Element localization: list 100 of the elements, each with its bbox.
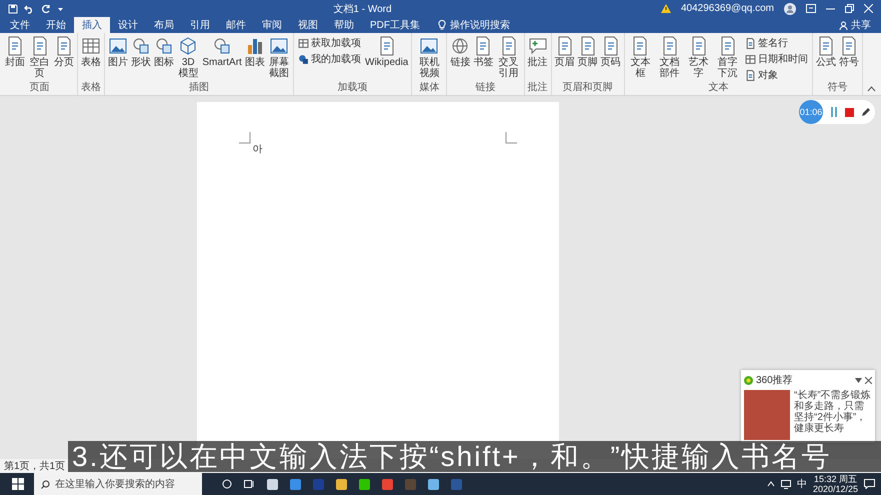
table-icon [298,38,309,48]
ribbon-button[interactable]: 文档部件 [655,35,684,80]
clock-time[interactable]: 15:32 周五 [814,474,857,484]
avatar-icon[interactable] [784,2,796,14]
app-icon[interactable] [336,478,347,490]
ribbon-tab[interactable]: 帮助 [326,17,362,33]
task-view-icon[interactable] [244,479,255,489]
picture-icon [108,36,128,56]
windows-start-icon[interactable] [12,478,24,490]
ribbon-button[interactable]: 获取加载项 [296,36,363,50]
ribbon-button[interactable]: 公式 [814,35,837,69]
app-icon[interactable] [359,478,370,490]
ribbon-button[interactable]: 页码 [600,35,622,69]
search-icon [41,480,50,489]
margin-corner-icon [504,132,516,144]
ribbon-button[interactable]: 签名行 [742,36,810,50]
ribbon-tab[interactable]: 邮件 [218,17,254,33]
circle-icon[interactable] [222,479,232,489]
chevron-up-icon[interactable] [766,481,775,487]
ribbon-button[interactable]: 分页 [53,35,76,69]
search-field[interactable]: 在这里输入你要搜索的内容 [34,473,202,495]
ribbon-button[interactable]: 图表 [244,35,266,69]
ribbon-button[interactable]: 文本框 [626,35,654,80]
ribbon-button[interactable]: 联机视频 [414,35,444,80]
picture-icon [268,36,289,56]
window-title: 文档1 - Word [332,2,393,16]
group-label: 页眉和页脚 [562,82,614,94]
margin-corner-icon [238,132,250,144]
ribbon-tab[interactable]: 视图 [290,17,326,33]
ribbon-tab[interactable]: 引用 [182,17,218,33]
ribbon-button[interactable]: 页脚 [576,35,599,69]
ribbon-button[interactable]: 艺术字 [684,35,712,80]
group-label: 符号 [826,82,848,94]
app-icon[interactable] [267,478,278,490]
document-icon [744,70,756,80]
ribbon-button[interactable]: 符号 [838,35,860,69]
warning-icon [661,4,671,13]
ribbon-button[interactable]: 批注 [526,35,549,69]
ribbon-tab[interactable]: 布局 [146,17,182,33]
ribbon-button[interactable]: 图标 [153,35,176,69]
pen-icon[interactable] [861,107,871,117]
document-text: 아 [252,143,262,156]
close-icon[interactable] [865,376,872,384]
app-icon[interactable] [428,478,439,490]
redo-icon[interactable] [41,4,51,14]
ribbon-button[interactable]: 封面 [4,35,26,69]
person-icon [839,20,848,30]
group-label: 文本 [707,82,730,94]
ribbon-options-icon[interactable] [806,4,816,13]
ribbon-button[interactable]: 3D模型 [176,35,200,80]
ribbon-tab[interactable]: 开始 [38,17,74,33]
clock-date[interactable]: 2020/12/25 [812,484,858,494]
monitor-icon[interactable] [780,480,791,488]
popup-title: 360推荐 [756,374,794,387]
dropdown-icon[interactable] [855,378,862,382]
share-button[interactable]: 共享 [829,17,881,33]
input-method-indicator[interactable]: 中 [796,477,807,491]
save-icon[interactable] [8,4,18,14]
logo-icon [744,376,753,384]
ribbon-tab[interactable]: PDF工具集 [362,17,428,33]
ribbon-tab[interactable]: 文件 [2,17,38,33]
stop-icon[interactable] [845,108,854,116]
ribbon-button[interactable]: 表格 [80,35,102,69]
lightbulb-icon [438,20,446,30]
notification-icon[interactable] [864,479,875,489]
ribbon-button[interactable]: 形状 [130,35,152,69]
ribbon-button[interactable]: 首字下沉 [713,35,742,80]
shapes-icon [154,36,174,56]
ribbon-button[interactable]: 页眉 [554,35,576,69]
ribbon-tab[interactable]: 插入 [74,17,110,33]
news-text[interactable]: “长寿”不需多锻炼和多走路，只需坚持“2件小事”，健康更长寿 [794,390,872,440]
shapes-icon [212,36,232,56]
ribbon-button[interactable]: 链接 [449,35,472,69]
pause-icon[interactable] [830,107,838,117]
group-label: 页面 [28,82,51,94]
app-icon[interactable] [290,478,301,490]
table-icon [744,54,756,64]
undo-icon[interactable] [24,4,35,14]
ribbon-tab[interactable]: 设计 [110,17,146,33]
ribbon-button[interactable]: 我的加载项 [296,52,363,66]
ribbon-button[interactable]: 书签 [472,35,494,69]
ribbon-tab[interactable]: 审阅 [254,17,290,33]
ribbon-button[interactable]: 图片 [107,35,130,69]
collapse-ribbon-icon[interactable] [867,86,876,92]
speech-bubble-icon [528,36,548,56]
tell-me-search[interactable]: 操作说明搜索 [450,18,510,32]
group-label: 媒体 [418,82,440,94]
restore-icon[interactable] [845,4,854,13]
ribbon-button[interactable]: SmartArt [201,35,243,69]
subtitle-text: 3.还可以在中文输入法下按“shift+，和。”快捷输入书名号 [72,442,832,472]
ribbon-button[interactable]: 对象 [742,68,810,82]
ribbon-button[interactable]: 空白页 [27,35,52,80]
ribbon-button[interactable]: 交叉引用 [495,35,522,80]
ribbon-button[interactable]: 屏幕截图 [266,35,291,80]
account-email: 404296369@qq.com [681,3,774,14]
document-icon [744,38,756,48]
shapes-icon [298,54,309,64]
ribbon-button[interactable]: 日期和时间 [742,52,810,66]
ribbon-button[interactable]: Wikipedia [364,35,410,69]
group-label: 批注 [526,82,549,94]
